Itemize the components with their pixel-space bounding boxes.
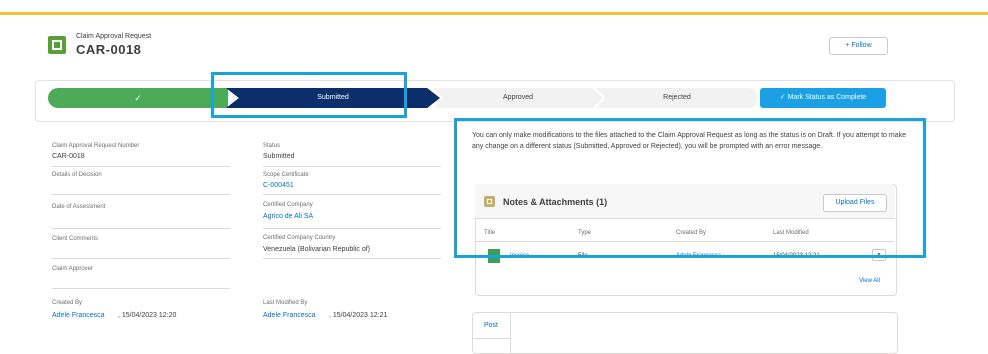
view-all-link[interactable]: View All <box>859 278 880 284</box>
field-label-date-assessment: Date of Assessment <box>52 204 106 210</box>
field-label-created-by: Created By <box>52 300 83 306</box>
tab-post[interactable]: Post <box>484 322 498 329</box>
path-step-rejected[interactable]: Rejected <box>596 88 758 108</box>
mark-status-complete-button[interactable]: ✓ Mark Status as Complete <box>760 88 886 108</box>
record-type-icon <box>48 36 66 54</box>
field-label-company-country: Certified Company Country <box>263 235 336 241</box>
checkmark-icon: ✓ <box>134 93 142 103</box>
feed-card <box>472 312 898 354</box>
highlight-box-info <box>454 118 926 258</box>
field-value-request-number: CAR-0018 <box>52 153 85 160</box>
follow-button[interactable]: + Follow <box>829 37 888 55</box>
field-label-client-comments: Client Comments <box>52 236 99 242</box>
path-step-approved[interactable]: Approved <box>433 88 603 108</box>
field-value-status: Submitted <box>263 153 295 160</box>
path-step-completed[interactable]: ✓ <box>48 88 228 108</box>
object-type-label: Claim Approval Request <box>76 33 152 40</box>
field-label-request-number: Claim Approval Request Number <box>52 143 140 149</box>
field-divider <box>52 166 230 167</box>
modified-date: , 15/04/2023 12:21 <box>329 312 388 319</box>
scope-certificate-link[interactable]: C-000451 <box>263 182 294 189</box>
field-label-status: Status <box>263 143 281 149</box>
field-divider <box>263 258 441 259</box>
top-accent-bar <box>0 12 988 15</box>
field-divider <box>52 194 230 195</box>
certified-company-link[interactable]: Agrico de Ali SA <box>263 213 313 220</box>
field-label-last-modified-by: Last Modified By <box>263 300 308 306</box>
field-divider <box>52 288 230 289</box>
record-title: CAR-0018 <box>76 42 142 57</box>
field-value-company-country: Venezuela (Bolivarian Republic of) <box>263 246 371 253</box>
field-divider <box>52 258 230 259</box>
field-divider <box>263 166 441 167</box>
highlight-box-submitted <box>211 72 407 118</box>
field-label-details: Details of Decision <box>52 172 102 178</box>
field-label-certified-company: Certified Company <box>263 202 313 208</box>
created-date: , 15/04/2023 12:20 <box>118 312 177 319</box>
field-divider <box>52 228 230 229</box>
modified-by-user-link[interactable]: Adele Francesca <box>263 312 316 319</box>
field-divider <box>263 228 441 229</box>
field-divider <box>263 194 441 195</box>
field-label-claim-approver: Claim Approver <box>52 266 94 272</box>
feed-tab-divider <box>510 313 511 353</box>
field-label-scope-certificate: Scope Certificate <box>263 172 309 178</box>
feed-tab-underline <box>473 338 510 339</box>
created-by-user-link[interactable]: Adele Francesca <box>52 312 105 319</box>
